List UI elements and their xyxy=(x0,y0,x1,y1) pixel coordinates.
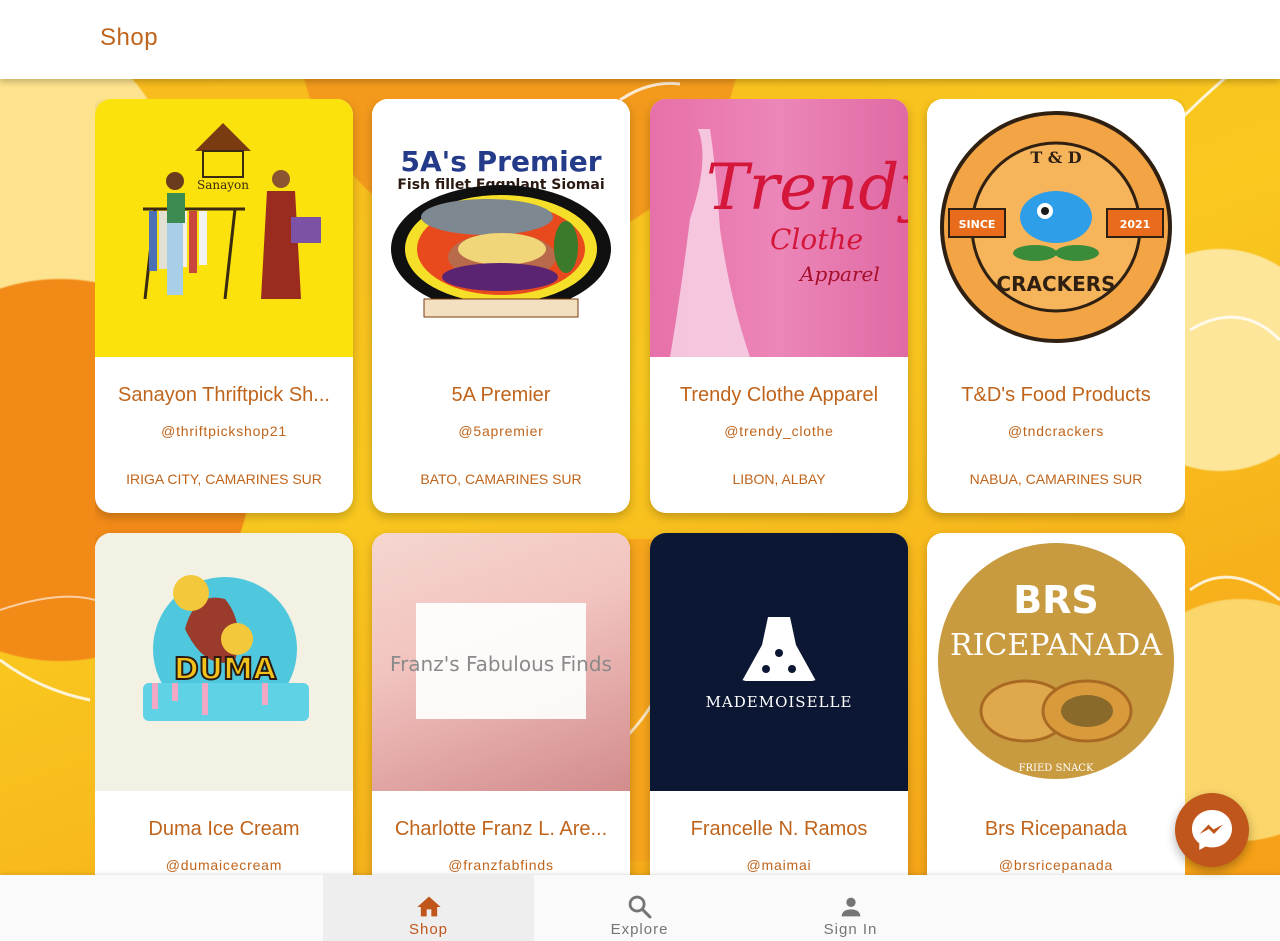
shop-location: NABUA, CAMARINES SUR xyxy=(969,471,1143,487)
shop-card[interactable]: Franz's Fabulous Finds Charlotte Franz L… xyxy=(372,533,630,875)
shop-name: Sanayon Thriftpick Sh... xyxy=(118,384,330,406)
shop-handle: @trendy_clothe xyxy=(724,423,834,439)
svg-text:5A's Premier: 5A's Premier xyxy=(400,145,601,178)
shop-handle: @dumaicecream xyxy=(165,857,283,873)
svg-text:BRS: BRS xyxy=(1013,578,1099,622)
shop-logo: Sanayon xyxy=(95,99,353,357)
svg-text:MADEMOISELLE: MADEMOISELLE xyxy=(706,693,853,711)
shop-logo: T & D SINCE 2021 CRACKERS xyxy=(927,99,1185,357)
svg-text:CRACKERS: CRACKERS xyxy=(996,272,1115,296)
svg-text:DUMA: DUMA xyxy=(174,652,277,687)
nav-explore-label: Explore xyxy=(610,921,669,938)
page-title: Shop xyxy=(100,24,159,51)
nav-sign-in[interactable]: Sign In xyxy=(745,875,956,941)
shop-location: LIBON, ALBAY xyxy=(732,471,826,487)
shop-logo: Franz's Fabulous Finds xyxy=(372,533,630,791)
svg-text:RICEPANADA: RICEPANADA xyxy=(950,628,1162,663)
shop-handle: @tndcrackers xyxy=(1007,423,1105,439)
shop-card[interactable]: DUMA Duma Ice Cream @dumaicecream xyxy=(95,533,353,875)
shop-handle: @franzfabfinds xyxy=(448,857,554,873)
shop-card[interactable]: Sanayon Sanayon Thriftpick Sh... @thrift… xyxy=(95,99,353,513)
messenger-icon xyxy=(1192,810,1232,850)
shop-card[interactable]: 5A's Premier Fish fillet Eggplant Siomai… xyxy=(372,99,630,513)
shop-grid[interactable]: Sanayon Sanayon Thriftpick Sh... @thrift… xyxy=(95,99,1185,875)
shop-name: Trendy Clothe Apparel xyxy=(679,384,879,406)
svg-text:SINCE: SINCE xyxy=(959,218,996,231)
shop-logo: MADEMOISELLE xyxy=(650,533,908,791)
shop-handle: @5apremier xyxy=(458,423,544,439)
svg-text:2021: 2021 xyxy=(1120,218,1151,231)
shop-name: Brs Ricepanada xyxy=(984,818,1128,840)
nav-shop[interactable]: Shop xyxy=(323,875,534,941)
shop-handle: @thriftpickshop21 xyxy=(161,423,287,439)
shop-name: 5A Premier xyxy=(451,384,551,406)
shop-name: T&D's Food Products xyxy=(961,384,1151,406)
shop-name: Francelle N. Ramos xyxy=(690,818,868,840)
shop-name: Charlotte Franz L. Are... xyxy=(394,818,608,840)
person-icon xyxy=(841,897,860,917)
shop-logo: 5A's Premier Fish fillet Eggplant Siomai xyxy=(372,99,630,357)
shop-location: IRIGA CITY, CAMARINES SUR xyxy=(126,471,322,487)
svg-text:Franz's Fabulous Finds: Franz's Fabulous Finds xyxy=(390,652,612,676)
shop-logo: DUMA xyxy=(95,533,353,791)
shop-location: BATO, CAMARINES SUR xyxy=(420,471,582,487)
shop-card[interactable]: MADEMOISELLE Francelle N. Ramos @maimai xyxy=(650,533,908,875)
messenger-button[interactable] xyxy=(1175,793,1249,867)
shop-handle: @maimai xyxy=(746,857,812,873)
app-bar: Shop xyxy=(0,0,1280,79)
svg-text:T & D: T & D xyxy=(1030,148,1081,167)
svg-text:FRIED SNACK: FRIED SNACK xyxy=(1019,763,1094,774)
nav-sign-in-label: Sign In xyxy=(823,921,878,938)
shop-card[interactable]: Trendy Clothe Apparel Trendy Clothe Appa… xyxy=(650,99,908,513)
svg-text:Clothe: Clothe xyxy=(770,223,863,256)
shop-logo: BRS RICEPANADA FRIED SNACK xyxy=(927,533,1185,791)
shop-logo: Trendy Clothe Apparel xyxy=(650,99,908,357)
shop-handle: @brsricepanada xyxy=(998,857,1114,873)
svg-text:Apparel: Apparel xyxy=(798,262,880,286)
nav-explore[interactable]: Explore xyxy=(534,875,745,941)
bottom-navigation: Shop Explore Sign In xyxy=(0,875,1280,941)
shop-name: Duma Ice Cream xyxy=(148,818,300,840)
svg-text:Trendy: Trendy xyxy=(706,151,908,225)
nav-shop-label: Shop xyxy=(408,921,449,938)
shop-card[interactable]: T & D SINCE 2021 CRACKERS T&D's Food Pro… xyxy=(927,99,1185,513)
svg-text:Sanayon: Sanayon xyxy=(197,178,249,192)
home-icon xyxy=(416,896,441,917)
search-icon xyxy=(628,895,651,919)
shop-card[interactable]: BRS RICEPANADA FRIED SNACK Brs Ricepanad… xyxy=(927,533,1185,875)
